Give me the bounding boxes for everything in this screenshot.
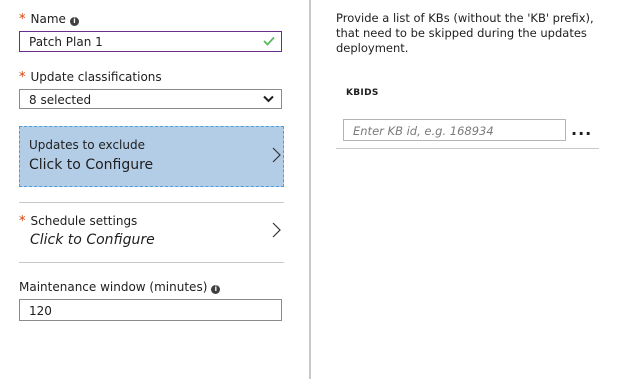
kb-description: Provide a list of KBs (without the 'KB' … <box>336 11 594 55</box>
maintenance-label-row: Maintenance window (minutes) i <box>19 280 221 294</box>
divider <box>19 262 284 263</box>
divider <box>336 148 599 149</box>
required-marker: * <box>19 12 26 27</box>
name-field[interactable]: Patch Plan 1 <box>19 31 282 52</box>
classifications-label-row: * Update classifications <box>19 70 162 85</box>
required-marker: * <box>19 214 26 229</box>
name-label: Name <box>30 12 66 26</box>
configuration-panel: * Name i Patch Plan 1 * Update classificati… <box>0 0 309 379</box>
maintenance-window-input[interactable]: 120 <box>19 299 282 321</box>
name-value: Patch Plan 1 <box>29 35 103 49</box>
schedule-label-row: * Schedule settings <box>19 214 137 229</box>
chevron-down-icon <box>263 95 274 103</box>
classifications-value: 8 selected <box>29 93 92 107</box>
classifications-label: Update classifications <box>30 70 162 84</box>
chevron-right-icon <box>272 222 281 238</box>
checkmark-icon <box>263 36 275 46</box>
kb-exclusion-panel: Provide a list of KBs (without the 'KB' … <box>311 0 622 379</box>
updates-to-exclude-title: Updates to exclude <box>29 138 145 152</box>
more-icon[interactable]: ... <box>571 122 592 138</box>
updates-to-exclude-action: Click to Configure <box>29 157 154 173</box>
kb-id-placeholder: Enter KB id, e.g. 168934 <box>353 124 494 138</box>
schedule-settings-blade[interactable]: * Schedule settings Click to Configure <box>19 203 284 261</box>
maintenance-window-value: 120 <box>29 304 52 318</box>
maintenance-window-label: Maintenance window (minutes) <box>19 280 208 294</box>
kb-id-input[interactable]: Enter KB id, e.g. 168934 <box>343 119 566 141</box>
info-icon[interactable]: i <box>69 17 79 26</box>
schedule-settings-action: Click to Configure <box>30 232 155 248</box>
info-icon[interactable]: i <box>211 285 221 294</box>
chevron-right-icon <box>272 147 281 163</box>
schedule-settings-title: Schedule settings <box>30 214 138 228</box>
kbids-column-header: KBIDS <box>346 88 379 98</box>
required-marker: * <box>19 70 26 85</box>
name-label-row: * Name i <box>19 12 79 27</box>
updates-to-exclude-blade[interactable]: Updates to exclude Click to Configure <box>19 126 284 187</box>
classifications-select[interactable]: 8 selected <box>19 89 282 109</box>
